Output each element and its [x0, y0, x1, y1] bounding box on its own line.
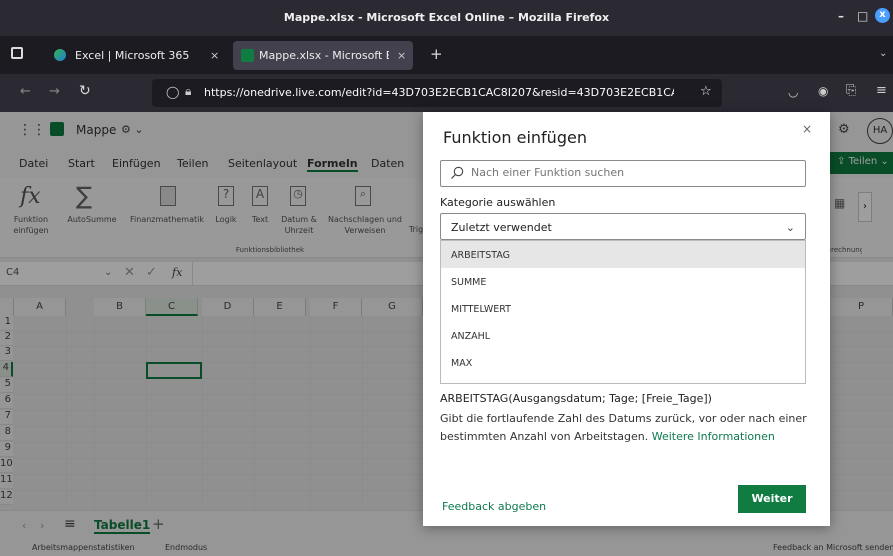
function-item-arbeitstag[interactable]: ARBEITSTAG: [441, 241, 805, 268]
back-icon[interactable]: ←: [20, 84, 31, 99]
function-search-box[interactable]: [440, 160, 806, 187]
function-item-summe[interactable]: SUMME: [441, 268, 805, 295]
close-tab-icon[interactable]: ×: [397, 49, 406, 62]
dialog-title: Funktion einfügen: [443, 128, 587, 147]
function-item-max[interactable]: MAX: [441, 349, 805, 376]
pocket-icon[interactable]: ◡: [788, 85, 798, 99]
shield-icon[interactable]: ◯: [166, 85, 179, 99]
new-tab-button[interactable]: +: [430, 45, 443, 63]
tab-label: Mappe.xlsx - Microsoft Exc: [259, 49, 389, 62]
search-icon: [451, 166, 464, 179]
tab-label: Excel | Microsoft 365: [75, 49, 190, 62]
feedback-link[interactable]: Feedback abgeben: [442, 500, 546, 513]
function-item-anzahl[interactable]: ANZAHL: [441, 322, 805, 349]
edge-excel-icon: [54, 49, 66, 61]
url-text[interactable]: https://onedrive.live.com/edit?id=43D703…: [204, 86, 674, 99]
address-bar[interactable]: ◯ 🔒︎ https://onedrive.live.com/edit?id=4…: [152, 79, 722, 107]
insert-function-dialog: Funktion einfügen × Kategorie auswählen …: [423, 112, 830, 526]
lock-icon[interactable]: 🔒︎: [185, 84, 191, 99]
search-input[interactable]: [471, 166, 791, 179]
excel-icon: [241, 49, 254, 62]
close-window-button[interactable]: x: [875, 8, 890, 23]
tab-excel-365[interactable]: Excel | Microsoft 365 ×: [45, 41, 227, 70]
bookmark-star-icon[interactable]: ☆: [700, 84, 712, 99]
close-icon[interactable]: ×: [802, 122, 812, 136]
next-button[interactable]: Weiter: [738, 485, 806, 513]
browser-tabbar: Excel | Microsoft 365 × Mappe.xlsx - Mic…: [0, 36, 893, 74]
browser-navbar: ← → ↻ ◯ 🔒︎ https://onedrive.live.com/edi…: [0, 74, 893, 112]
account-icon[interactable]: ◉: [818, 84, 828, 98]
function-signature: ARBEITSTAG(Ausgangsdatum; Tage; [Freie_T…: [440, 392, 712, 405]
reload-icon[interactable]: ↻: [79, 83, 91, 99]
more-info-link[interactable]: Weitere Informationen: [652, 430, 775, 443]
window-titlebar: Mappe.xlsx - Microsoft Excel Online – Mo…: [0, 0, 893, 36]
chevron-down-icon: ⌄: [785, 221, 795, 234]
forward-icon[interactable]: →: [49, 84, 60, 99]
tab-mappe[interactable]: Mappe.xlsx - Microsoft Exc ×: [233, 41, 413, 70]
category-select-value: Zuletzt verwendet: [451, 221, 552, 234]
chevron-down-icon[interactable]: ⌄: [879, 48, 887, 59]
category-select[interactable]: Zuletzt verwendet ⌄: [440, 213, 806, 240]
function-item-mittelwert[interactable]: MITTELWERT: [441, 295, 805, 322]
minimize-button[interactable]: –: [838, 9, 844, 23]
menu-icon[interactable]: ≡: [876, 83, 887, 98]
category-label: Kategorie auswählen: [440, 196, 556, 209]
function-list[interactable]: ARBEITSTAG SUMME MITTELWERT ANZAHL MAX: [440, 240, 806, 384]
extensions-icon[interactable]: ⎘: [846, 83, 856, 98]
function-description: Gibt die fortlaufende Zahl des Datums zu…: [440, 410, 810, 446]
maximize-button[interactable]: □: [857, 9, 868, 23]
window-title: Mappe.xlsx - Microsoft Excel Online – Mo…: [283, 11, 610, 24]
tab-list-icon[interactable]: [11, 47, 23, 59]
close-tab-icon[interactable]: ×: [210, 49, 219, 62]
